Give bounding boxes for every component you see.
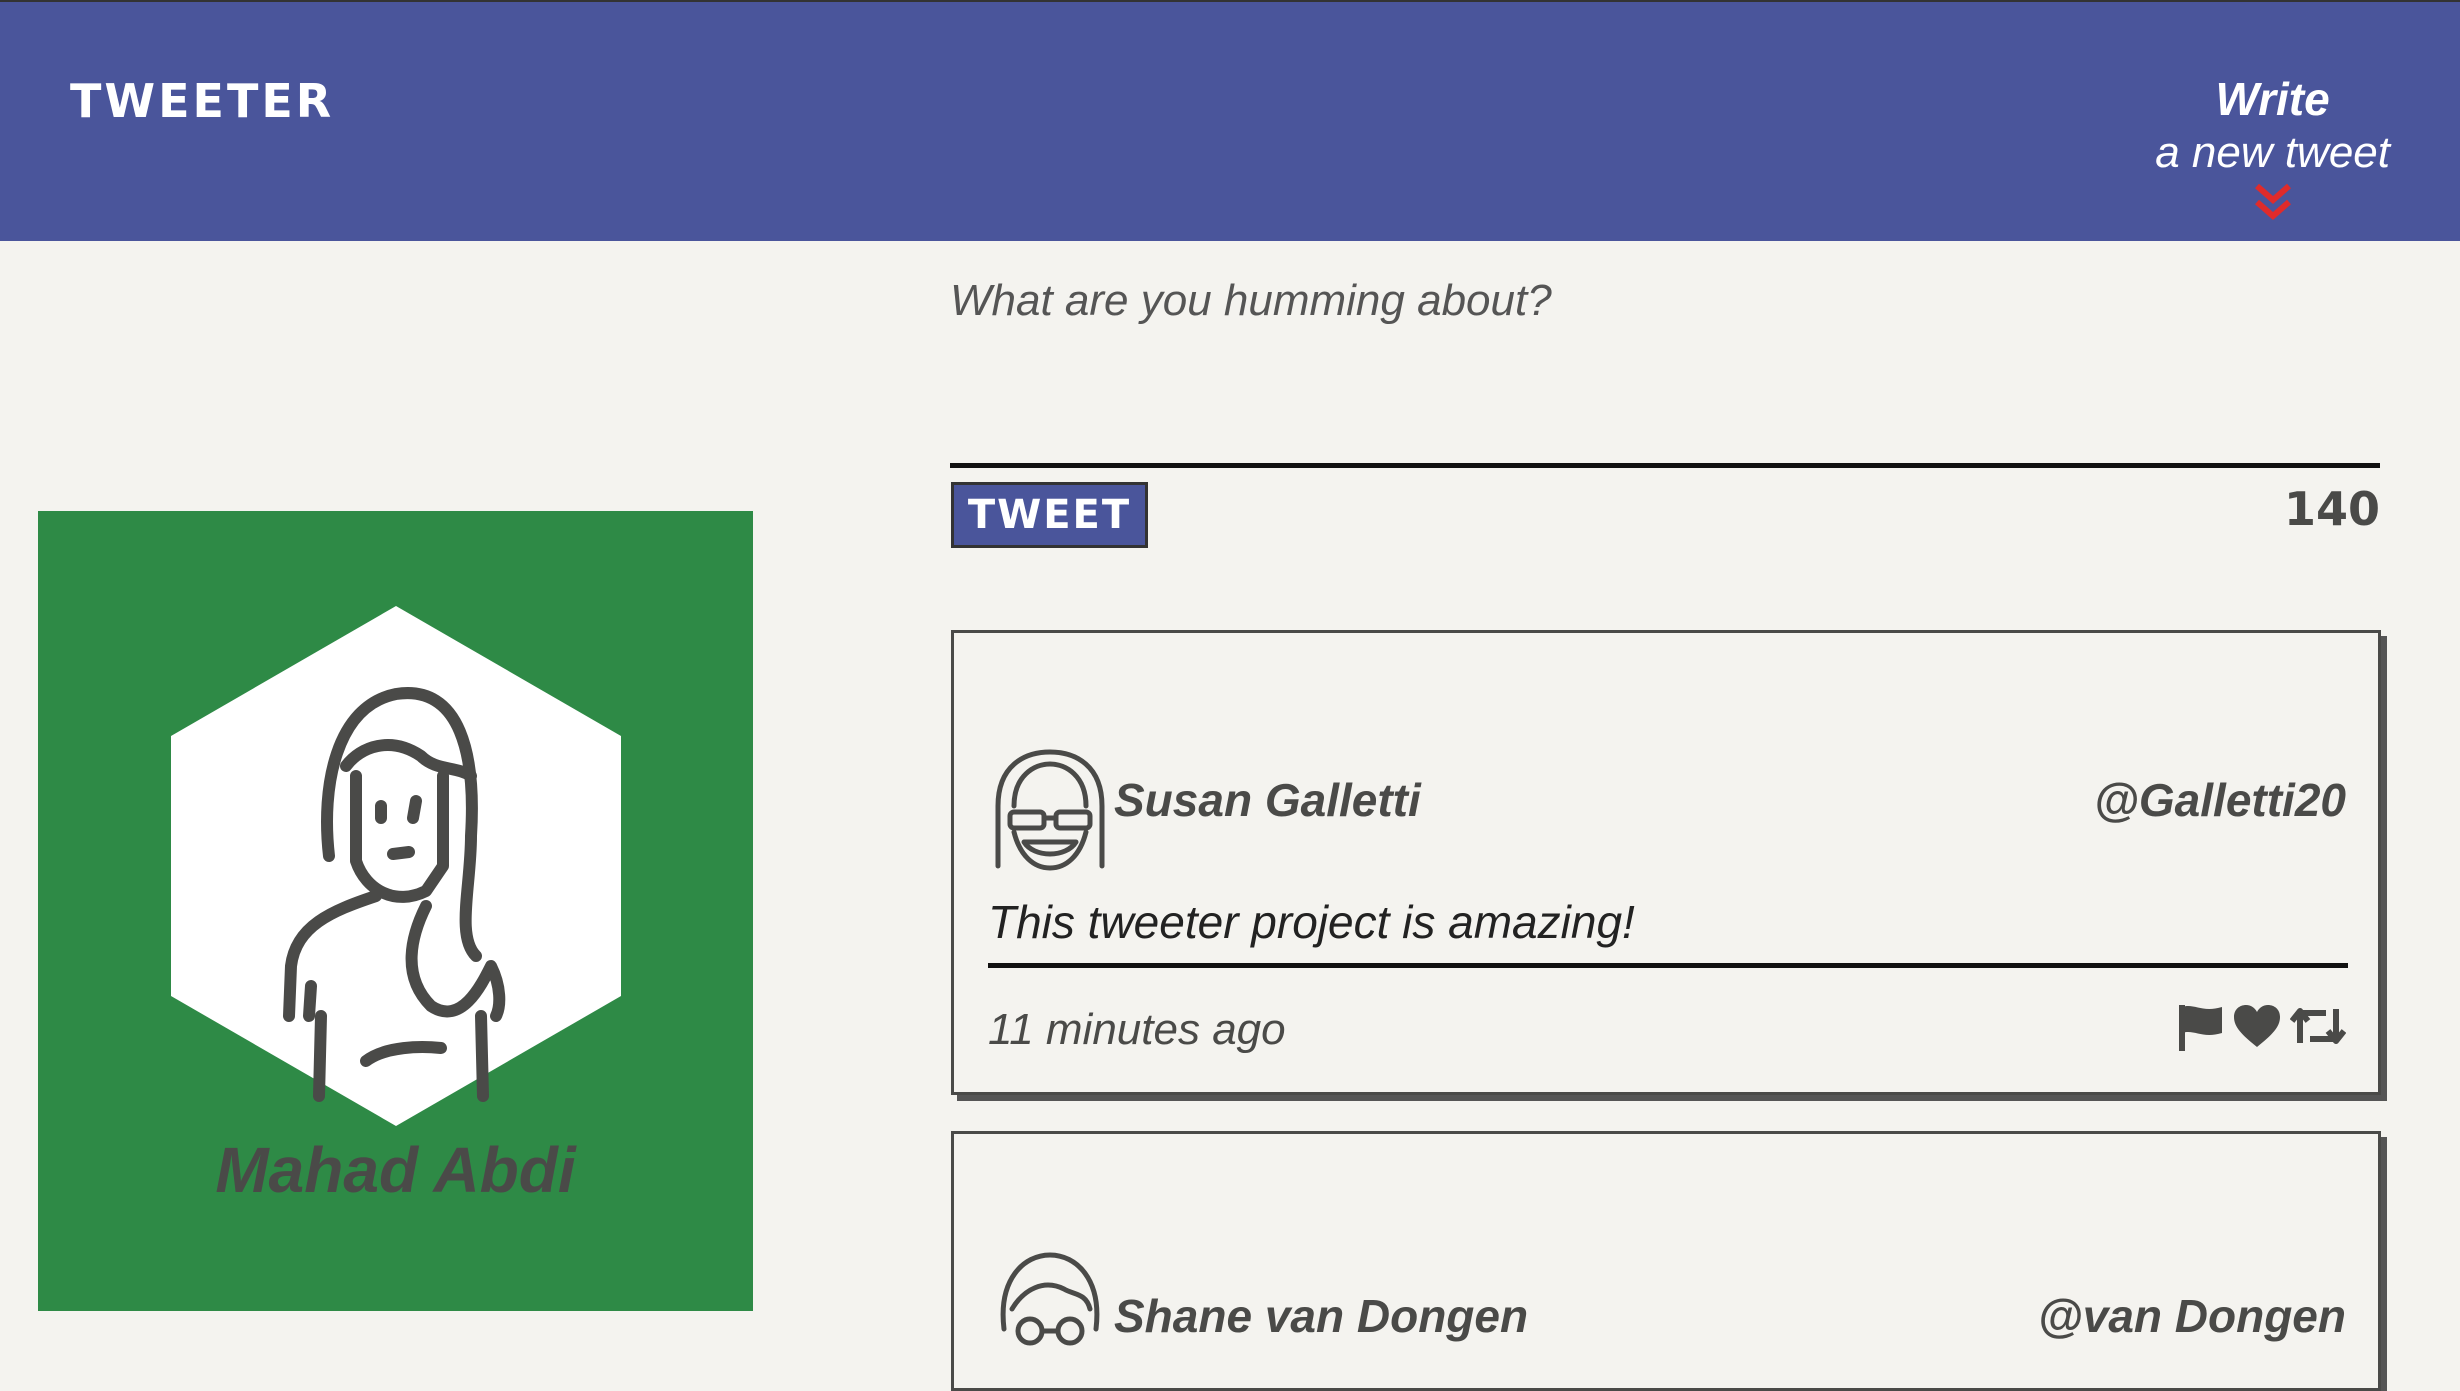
profile-card: Mahad Abdi <box>38 511 753 1311</box>
tweet-text: This tweeter project is amazing! <box>988 895 2348 968</box>
tweet-author-handle: @Galletti20 <box>2094 774 2346 826</box>
tweet-submit-button[interactable]: TWEET <box>951 482 1148 548</box>
profile-name: Mahad Abdi <box>215 1134 576 1206</box>
tweet-author-handle: @van Dongen <box>2037 1290 2346 1342</box>
tweet-compose-input[interactable] <box>950 268 2380 468</box>
tweet-actions <box>2178 1003 2347 1058</box>
tweet-author-name: Shane van Dongen <box>1114 1290 1529 1342</box>
new-tweet-label: a new tweet <box>2155 128 2390 177</box>
flag-icon[interactable] <box>2178 1003 2224 1058</box>
tweet-card: Shane van Dongen @van Dongen <box>951 1131 2381 1391</box>
write-label: Write <box>2215 73 2330 125</box>
double-chevron-down-icon[interactable] <box>2243 182 2303 222</box>
write-tweet-toggle[interactable]: Write a new tweet <box>2155 72 2390 222</box>
top-nav: TWEETER Write a new tweet <box>0 0 2460 241</box>
tweet-author-avatar <box>1000 1252 1100 1346</box>
brand-logo[interactable]: TWEETER <box>70 74 334 128</box>
tweet-author-name: Susan Galletti <box>1114 774 1421 826</box>
tweet-card: Susan Galletti @Galletti20 This tweeter … <box>951 630 2381 1095</box>
tweet-timestamp: 11 minutes ago <box>988 1005 1286 1054</box>
heart-icon[interactable] <box>2232 1003 2282 1058</box>
user-avatar-hexagon <box>171 606 621 1126</box>
char-counter: 140 <box>2283 482 2380 536</box>
retweet-icon[interactable] <box>2289 1003 2347 1058</box>
tweet-author-avatar <box>995 749 1105 871</box>
